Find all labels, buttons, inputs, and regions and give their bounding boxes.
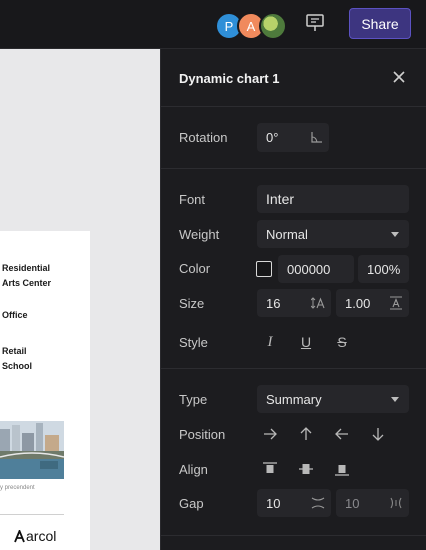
weight-label: Weight: [179, 227, 220, 242]
weight-value: Normal: [266, 226, 308, 242]
align-top-icon[interactable]: [262, 461, 278, 477]
list-item: Residential: [2, 263, 51, 273]
color-hex-value: 000000: [287, 261, 331, 277]
chevron-down-icon: [391, 232, 399, 237]
strikethrough-icon[interactable]: S: [331, 332, 353, 352]
divider: [161, 168, 426, 169]
divider: [161, 368, 426, 369]
document-page[interactable]: Residential Arts Center Office Retail Sc…: [0, 231, 90, 550]
divider: [161, 535, 426, 536]
arrow-down-icon[interactable]: [370, 426, 386, 442]
color-hex-input[interactable]: 000000: [278, 255, 354, 283]
style-label: Style: [179, 335, 208, 350]
font-size-input[interactable]: 16: [257, 289, 331, 317]
chart-type-value: Summary: [266, 391, 322, 407]
arrow-up-icon[interactable]: [298, 426, 314, 442]
list-item: Arts Center: [2, 278, 52, 288]
properties-panel: Dynamic chart 1 Rotation 0° Font Inter W…: [160, 49, 426, 550]
align-bottom-icon[interactable]: [334, 461, 350, 477]
arcol-logo-icon: [14, 529, 25, 542]
gap-horizontal-value: 10: [345, 495, 360, 511]
font-field[interactable]: Inter: [257, 185, 409, 213]
top-bar: P A Share: [0, 0, 426, 49]
line-height-icon: [390, 296, 402, 310]
logo-text: arcol: [26, 528, 57, 544]
font-size-value: 16: [266, 295, 281, 311]
size-label: Size: [179, 296, 205, 311]
font-label: Font: [179, 192, 206, 207]
arrow-left-icon[interactable]: [334, 426, 350, 442]
gap-horizontal-input[interactable]: 10: [336, 489, 409, 517]
horizontal-gap-icon: [390, 497, 402, 509]
arcol-logo: arcol: [14, 528, 56, 544]
gap-vertical-value: 10: [266, 495, 281, 511]
italic-icon[interactable]: I: [259, 332, 281, 352]
position-label: Position: [179, 427, 226, 442]
divider: [0, 514, 64, 515]
canvas-area[interactable]: Residential Arts Center Office Retail Sc…: [0, 49, 160, 550]
font-value: Inter: [266, 191, 295, 207]
gap-label: Gap: [179, 496, 204, 511]
arrow-right-icon[interactable]: [262, 426, 278, 442]
underline-icon[interactable]: U: [295, 332, 317, 352]
color-opacity-value: 100%: [367, 261, 401, 277]
align-middle-icon[interactable]: [298, 461, 314, 477]
type-label: Type: [179, 392, 208, 407]
rotation-value: 0°: [266, 130, 279, 145]
share-button[interactable]: Share: [349, 8, 411, 39]
weight-select[interactable]: Normal: [257, 220, 409, 248]
line-height-value: 1.00: [345, 295, 371, 311]
rotation-label: Rotation: [179, 130, 228, 145]
chevron-down-icon: [391, 397, 399, 402]
divider: [161, 106, 426, 107]
precedent-photo: [0, 421, 64, 479]
list-item: Office: [2, 310, 28, 320]
gap-vertical-input[interactable]: 10: [257, 489, 331, 517]
close-icon[interactable]: [391, 69, 407, 85]
photo-caption: y precendent: [0, 485, 35, 491]
panel-title: Dynamic chart 1: [179, 71, 280, 86]
chart-type-select[interactable]: Summary: [257, 385, 409, 413]
color-swatch[interactable]: [256, 261, 272, 277]
present-icon[interactable]: [305, 14, 325, 32]
align-label: Align: [179, 462, 208, 477]
color-opacity-input[interactable]: 100%: [358, 255, 409, 283]
rotation-input[interactable]: 0°: [257, 123, 329, 152]
avatar-image[interactable]: [259, 12, 287, 40]
font-size-icon: [311, 297, 325, 309]
list-item: School: [2, 361, 33, 371]
angle-icon: [311, 132, 322, 143]
list-item: Retail: [2, 346, 27, 356]
line-height-input[interactable]: 1.00: [336, 289, 409, 317]
vertical-gap-icon: [311, 497, 325, 509]
color-label: Color: [179, 261, 211, 276]
